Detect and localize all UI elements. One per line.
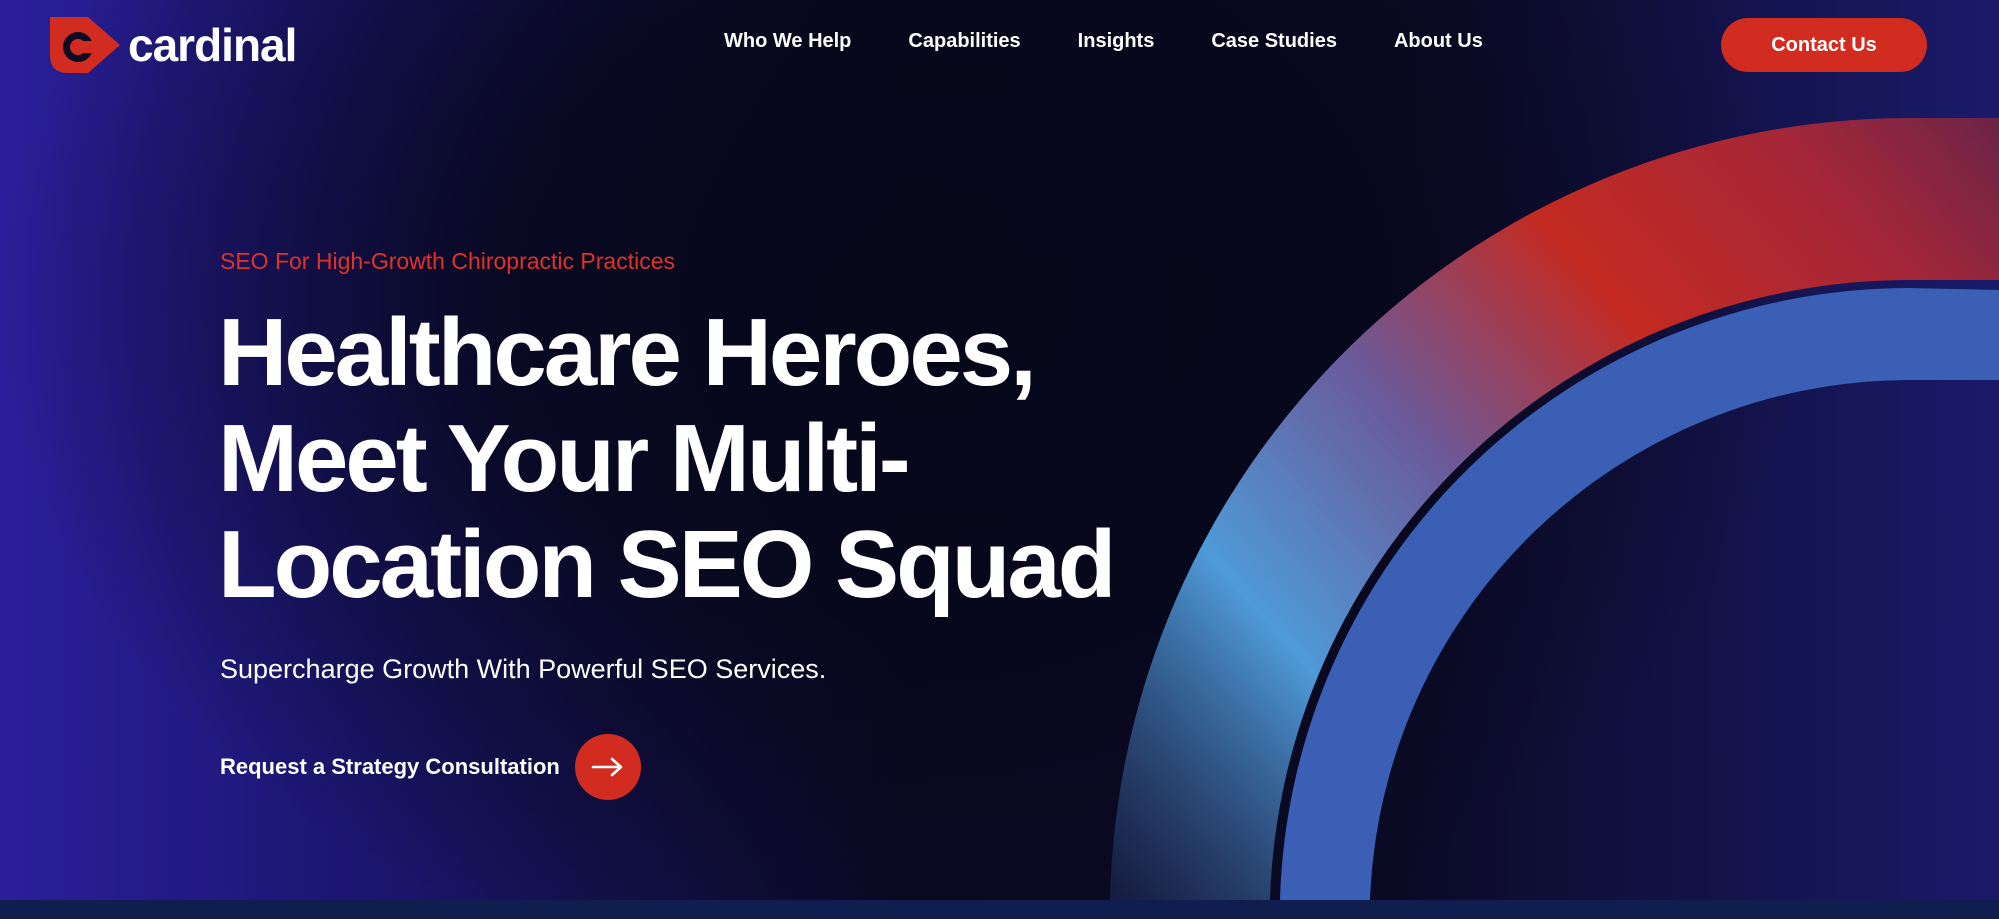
brand-logo[interactable]: cardinal <box>48 14 297 76</box>
nav-item-case-studies[interactable]: Case Studies <box>1211 30 1337 53</box>
nav-item-who-we-help[interactable]: Who We Help <box>724 30 851 53</box>
main-nav: Who We Help Capabilities Insights Case S… <box>724 30 1483 53</box>
strategy-consultation-cta[interactable]: Request a Strategy Consultation <box>220 734 641 800</box>
headline-line-1: Healthcare Heroes, <box>218 299 1037 406</box>
nav-item-capabilities[interactable]: Capabilities <box>908 30 1020 53</box>
cardinal-logo-icon <box>50 17 120 73</box>
headline-line-2: Meet Your Multi- <box>218 405 911 512</box>
hero-subhead: Supercharge Growth With Powerful SEO Ser… <box>220 654 827 684</box>
nav-item-about-us[interactable]: About Us <box>1394 30 1483 53</box>
hero-eyebrow: SEO For High-Growth Chiropractic Practic… <box>220 248 676 274</box>
nav-item-insights[interactable]: Insights <box>1078 30 1155 53</box>
arrow-right-icon <box>591 757 623 777</box>
hero-headline: Healthcare Heroes, Meet Your Multi- Loca… <box>218 300 1118 618</box>
cta-arrow-button[interactable] <box>574 734 641 800</box>
bottom-strip <box>0 900 1999 919</box>
contact-us-button[interactable]: Contact Us <box>1721 18 1927 72</box>
headline-line-3: Location SEO Squad <box>218 511 1116 618</box>
cta-label: Request a Strategy Consultation <box>220 754 560 779</box>
site-header: cardinal Who We Help Capabilities Insigh… <box>0 0 1999 90</box>
brand-name: cardinal <box>128 19 297 71</box>
